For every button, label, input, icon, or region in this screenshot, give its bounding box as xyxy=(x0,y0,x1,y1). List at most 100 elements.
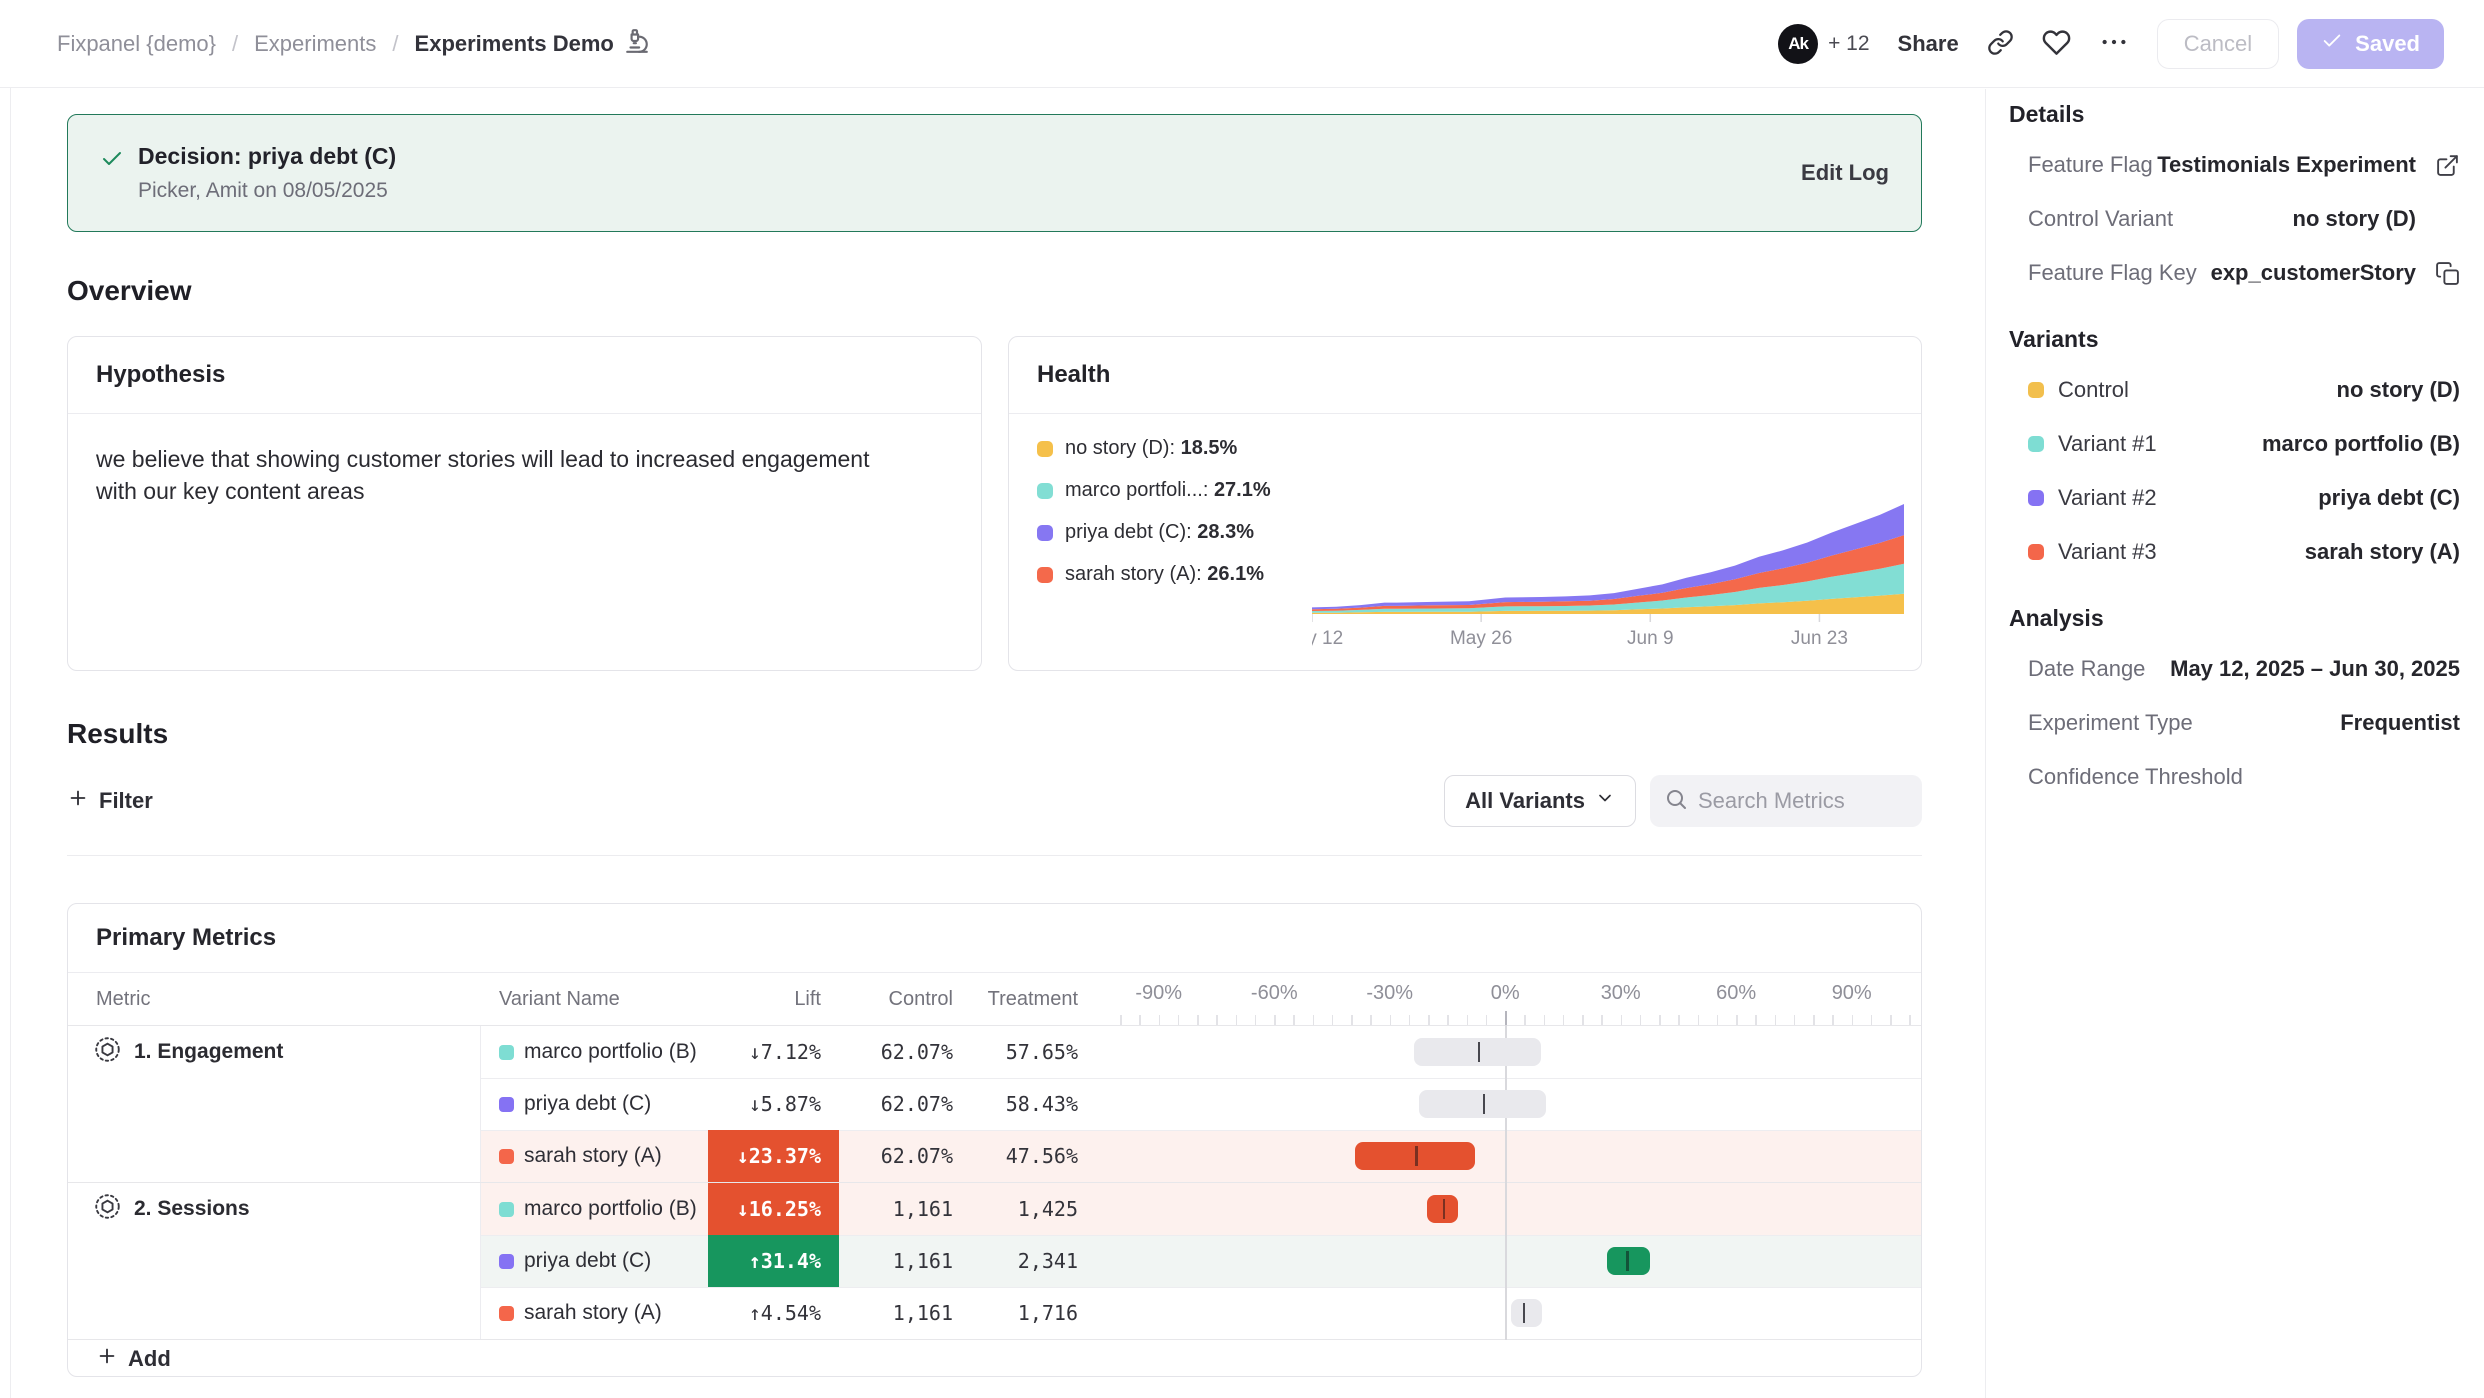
lift-axis-label: 30% xyxy=(1601,982,1641,1005)
legend-label: sarah story (A): 26.1% xyxy=(1065,563,1264,586)
metric-variant-row[interactable]: priya debt (C)↓5.87%62.07%58.43% xyxy=(68,1078,1921,1130)
x-axis-tick-label: Jun 9 xyxy=(1627,628,1673,648)
treatment-value: 2,341 xyxy=(1018,1249,1078,1273)
treatment-cell: 2,341 xyxy=(959,1235,1086,1287)
detail-row: Control Variantno story (D) xyxy=(2009,192,2460,246)
confidence-interval-bar[interactable] xyxy=(1511,1299,1543,1327)
lift-axis-label: -60% xyxy=(1251,982,1298,1005)
search-metrics-box[interactable] xyxy=(1650,775,1922,827)
lift-axis-label: -30% xyxy=(1366,982,1413,1005)
ruler-tick xyxy=(1313,1015,1315,1025)
metric-variant-row[interactable]: sarah story (A)↓23.37%62.07%47.56% xyxy=(68,1130,1921,1182)
analysis-value: May 12, 2025 – Jun 30, 2025 xyxy=(2170,656,2460,682)
control-cell: 1,161 xyxy=(839,1287,959,1339)
add-metric-label: Add xyxy=(128,1346,171,1372)
metrics-table-body: 1. Engagementmarco portfolio (B) ↓7.12% 62… xyxy=(68,1026,1921,1339)
variant-slot-label: Variant #1 xyxy=(2058,431,2157,457)
breadcrumb-project[interactable]: Fixpanel {demo} xyxy=(57,31,216,57)
primary-metrics-card: Primary Metrics Metric Variant Name Lift… xyxy=(67,903,1922,1377)
ruler-tick xyxy=(1524,1015,1526,1025)
confidence-interval-bar[interactable] xyxy=(1607,1247,1650,1275)
metric-variant-row[interactable]: 2. Sessionsmarco portfolio (B)↓16.25%1,1… xyxy=(68,1183,1921,1235)
ruler-tick xyxy=(1832,1015,1834,1025)
variants-dropdown[interactable]: All Variants xyxy=(1444,775,1636,827)
confidence-interval-bar[interactable] xyxy=(1355,1142,1475,1170)
favorite-button[interactable] xyxy=(2042,28,2071,60)
variant-name-cell: sarah story (A) xyxy=(481,1130,708,1182)
results-heading: Results xyxy=(67,717,1922,751)
ruler-tick xyxy=(1139,1015,1141,1025)
variant-row: Controlno story (D) xyxy=(2009,363,2460,417)
add-filter-button[interactable]: Filter xyxy=(67,787,153,815)
external-link-icon[interactable] xyxy=(2416,153,2460,178)
ruler-tick xyxy=(1197,1015,1199,1025)
variants-dropdown-label: All Variants xyxy=(1465,788,1585,814)
metric-variant-row[interactable]: sarah story (A)↑4.54%1,161 1,716 xyxy=(68,1287,1921,1339)
ellipsis-icon xyxy=(2099,27,2129,60)
variant-color-chip xyxy=(499,1254,514,1269)
experiment-report-page: Fixpanel {demo} / Experiments / Experime… xyxy=(0,0,2484,1398)
confidence-interval-bar[interactable] xyxy=(1427,1195,1457,1223)
control-cell: 62.07% xyxy=(839,1130,959,1182)
lift-axis-label: 60% xyxy=(1716,982,1756,1005)
health-legend: no story (D): 18.5%marco portfoli...: 27… xyxy=(1037,437,1271,586)
ruler-tick xyxy=(1563,1015,1565,1025)
point-estimate-marker xyxy=(1626,1251,1629,1271)
metric-variant-row[interactable]: 1. Engagementmarco portfolio (B) ↓7.12% 62… xyxy=(68,1026,1921,1078)
detail-value[interactable]: Testimonials Experiment xyxy=(2157,152,2416,178)
lift-cell: ↑4.54% xyxy=(708,1287,839,1339)
ruler-tick xyxy=(1678,1015,1680,1025)
primary-metrics-title: Primary Metrics xyxy=(68,904,1921,973)
copy-icon[interactable] xyxy=(2416,261,2460,286)
copy-link-button[interactable] xyxy=(1987,29,2014,59)
breadcrumb: Fixpanel {demo} / Experiments / Experime… xyxy=(57,28,650,60)
results-divider xyxy=(67,855,1922,856)
confidence-interval-cell xyxy=(1101,1026,1921,1078)
ruler-tick xyxy=(1794,1015,1796,1025)
treatment-value: 1,716 xyxy=(1018,1301,1078,1325)
edit-log-button[interactable]: Edit Log xyxy=(1801,160,1889,186)
column-variant-name: Variant Name xyxy=(481,973,708,1025)
breadcrumb-experiments[interactable]: Experiments xyxy=(254,31,376,57)
cancel-button[interactable]: Cancel xyxy=(2157,19,2279,69)
x-axis-tick-label: Jun 23 xyxy=(1791,628,1848,648)
treatment-value: 58.43% xyxy=(1006,1092,1078,1116)
lift-value: ↓7.12% xyxy=(749,1040,821,1064)
metric-variant-row[interactable]: priya debt (C)↑31.4%1,1612,341 xyxy=(68,1235,1921,1287)
avatar[interactable]: Ak xyxy=(1778,24,1818,64)
ruler-tick xyxy=(1813,1015,1815,1025)
more-options-button[interactable] xyxy=(2099,27,2129,60)
variants-heading: Variants xyxy=(2009,326,2460,353)
metric-name-cell[interactable]: 2. Sessions xyxy=(68,1183,481,1235)
variant-name-cell: marco portfolio (B) xyxy=(481,1026,708,1078)
ruler-tick xyxy=(1755,1015,1757,1025)
control-cell: 62.07% xyxy=(839,1026,959,1078)
ruler-tick xyxy=(1736,1015,1738,1025)
saved-button[interactable]: Saved xyxy=(2297,19,2444,69)
ruler-tick xyxy=(1852,1015,1854,1025)
ruler-tick xyxy=(1467,1015,1469,1025)
analysis-row: Experiment TypeFrequentist xyxy=(2009,696,2460,750)
goal-target-icon xyxy=(94,1193,121,1226)
breadcrumb-current: Experiments Demo xyxy=(415,28,650,60)
lift-cell: ↓23.37% xyxy=(708,1130,839,1182)
check-icon xyxy=(2321,30,2343,58)
point-estimate-marker xyxy=(1478,1042,1481,1062)
confidence-interval-bar[interactable] xyxy=(1419,1090,1546,1118)
search-metrics-input[interactable] xyxy=(1698,788,1908,814)
share-button[interactable]: Share xyxy=(1898,31,1959,57)
variant-name-cell: sarah story (A) xyxy=(481,1287,708,1339)
analysis-rows: Date RangeMay 12, 2025 – Jun 30, 2025Exp… xyxy=(2009,642,2460,804)
confidence-interval-bar[interactable] xyxy=(1414,1038,1541,1066)
treatment-cell: 58.43% xyxy=(959,1078,1086,1130)
add-metric-button[interactable]: Add xyxy=(96,1345,171,1373)
details-section: Details Feature FlagTestimonials Experim… xyxy=(2009,101,2460,300)
overview-cards: Hypothesis we believe that showing custo… xyxy=(67,336,1922,671)
lift-value: ↓5.87% xyxy=(749,1092,821,1116)
metric-name-cell[interactable]: 1. Engagement xyxy=(68,1026,481,1078)
ruler-tick xyxy=(1178,1015,1180,1025)
lift-axis-label: 0% xyxy=(1491,982,1520,1005)
detail-label: Feature Flag Key xyxy=(2028,260,2197,286)
collaborators[interactable]: Ak + 12 xyxy=(1778,24,1869,64)
variant-color-chip xyxy=(499,1306,514,1321)
